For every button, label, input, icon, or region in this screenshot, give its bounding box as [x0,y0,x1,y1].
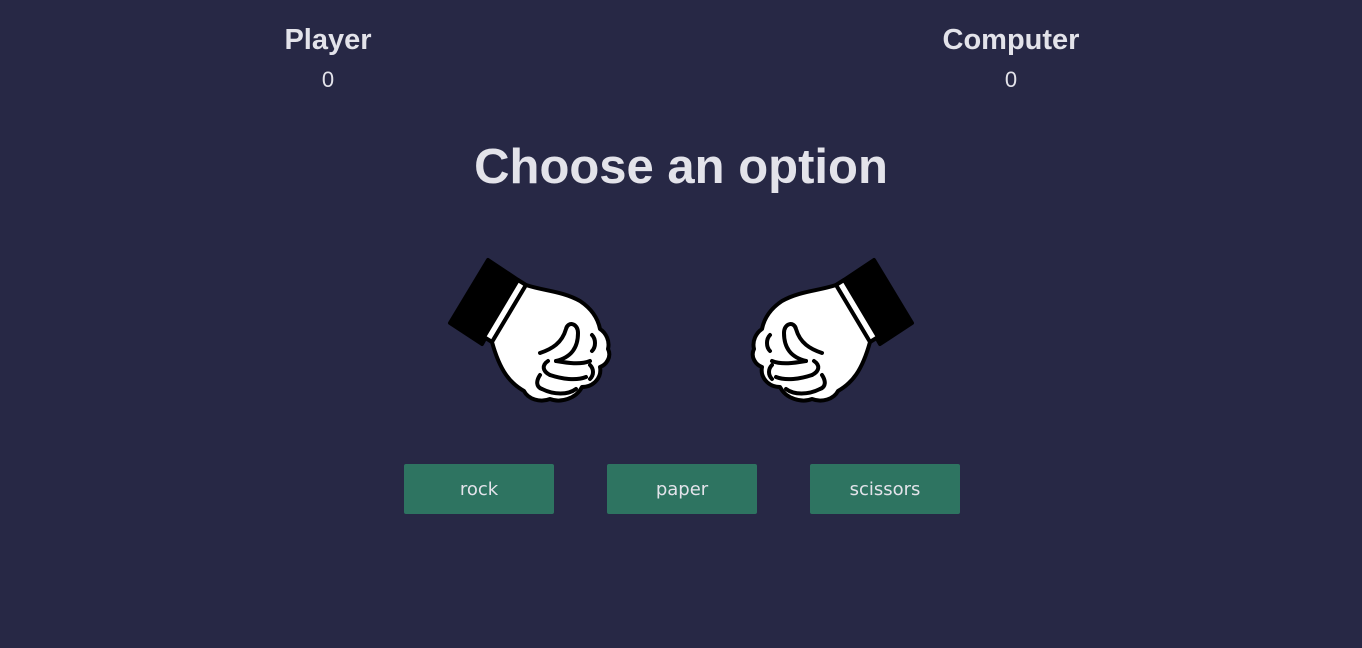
player-label: Player [284,24,372,56]
computer-score: 0 [1004,67,1018,92]
computer-label: Computer [942,24,1080,56]
player-hand-rock-icon [444,253,614,409]
paper-button[interactable]: paper [607,464,757,514]
player-score: 0 [321,67,335,92]
computer-hand-rock-icon [748,253,918,409]
rock-button[interactable]: rock [404,464,554,514]
computer-score-panel: Computer 0 [901,22,1121,92]
scissors-button[interactable]: scissors [810,464,960,514]
choose-heading: Choose an option [474,140,888,194]
player-score-panel: Player 0 [218,22,438,92]
